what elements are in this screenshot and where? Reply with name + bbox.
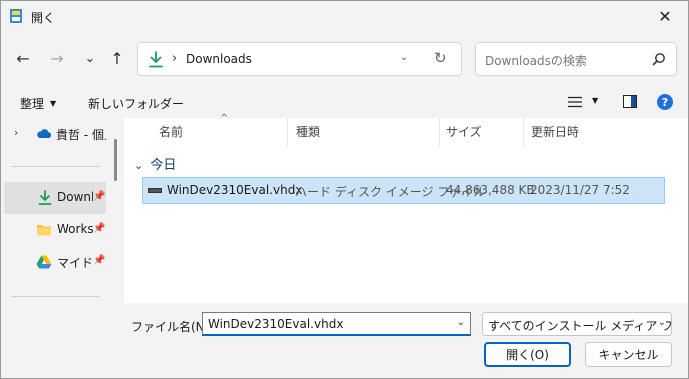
column-header-size[interactable]: サイズ <box>446 123 482 140</box>
sort-ascending-icon: ^ <box>220 113 229 124</box>
navigation-scrollbar[interactable] <box>114 139 117 181</box>
column-header-name[interactable]: 名前 <box>159 123 183 140</box>
back-button[interactable]: ← <box>11 45 35 71</box>
address-dropdown-icon[interactable]: ⌄ <box>400 52 408 63</box>
back-arrow-icon: ← <box>16 48 30 68</box>
chevron-down-icon: ⌄ <box>134 159 144 172</box>
navigation-pane: › 貴哲 - 個人用 Downloads 📌 Works 📌 <box>1 118 121 303</box>
sidebar-item-my-drive[interactable]: マイドライブ 📌 <box>4 246 106 278</box>
filename-input[interactable]: WinDev2310Eval.vhdx ⌄ <box>202 312 471 336</box>
folder-icon <box>37 225 51 236</box>
open-file-dialog: 開く ✕ ← → ⌄ ↑ › Downloads ⌄ ↻ Downloadsの検… <box>0 0 689 379</box>
breadcrumb-separator: › <box>172 51 178 66</box>
organize-button[interactable]: 整理 ▼ <box>20 95 56 112</box>
chevron-down-icon[interactable]: ⌄ <box>457 317 465 328</box>
sidebar-item-label: マイドライブ <box>57 256 93 270</box>
command-bar: 整理 ▼ 新しいフォルダー <box>1 87 688 117</box>
group-header-today[interactable]: ⌄ 今日 <box>134 154 176 173</box>
organize-label: 整理 <box>20 97 45 111</box>
close-button[interactable]: ✕ <box>642 1 688 31</box>
caret-down-icon: ▼ <box>50 99 57 108</box>
nav-divider <box>11 166 99 167</box>
pin-icon: 📌 <box>93 223 106 234</box>
filetype-select[interactable]: すべてのインストール メディア ファイル ⌄ <box>482 312 672 336</box>
filename-value: WinDev2310Eval.vhdx <box>208 317 344 331</box>
column-divider[interactable] <box>439 118 440 146</box>
pin-icon: 📌 <box>93 191 106 202</box>
column-header-type[interactable]: 種類 <box>296 123 320 140</box>
view-dropdown-icon[interactable]: ▼ <box>592 96 598 105</box>
preview-pane-icon[interactable] <box>623 95 637 108</box>
close-icon: ✕ <box>658 6 672 26</box>
disk-image-icon <box>148 188 162 193</box>
view-options-icon[interactable] <box>568 96 582 108</box>
refresh-icon[interactable]: ↻ <box>434 49 447 67</box>
sidebar-item-label: Downloads <box>57 190 93 204</box>
chevron-down-icon: ⌄ <box>657 317 666 328</box>
forward-arrow-icon: → <box>50 48 64 68</box>
window-title: 開く <box>31 11 56 25</box>
filetype-value: すべてのインストール メディア ファイル <box>488 319 671 333</box>
file-name: WinDev2310Eval.vhdx <box>167 183 303 197</box>
chevron-down-icon: ⌄ <box>84 50 96 66</box>
open-button[interactable]: 開く(O) <box>484 342 571 367</box>
search-placeholder: Downloadsの検索 <box>485 54 587 68</box>
dialog-footer: ファイル名(N): WinDev2310Eval.vhdx ⌄ すべてのインスト… <box>1 303 688 378</box>
up-arrow-icon: ↑ <box>110 48 124 68</box>
download-icon <box>38 190 52 205</box>
chevron-right-icon[interactable]: › <box>14 126 18 139</box>
address-bar[interactable]: › Downloads ⌄ ↻ <box>137 42 462 76</box>
breadcrumb-downloads[interactable]: Downloads <box>186 52 252 66</box>
sidebar-item-downloads[interactable]: Downloads 📌 <box>4 182 106 214</box>
sidebar-item-label: Works <box>57 222 93 236</box>
column-divider[interactable] <box>523 118 524 146</box>
sidebar-item-onedrive[interactable]: › 貴哲 - 個人用 <box>4 118 106 150</box>
help-icon[interactable]: ? <box>657 94 673 110</box>
onedrive-cloud-icon <box>37 129 52 138</box>
app-icon <box>10 9 22 23</box>
file-size: 44,863,488 KB <box>446 183 535 197</box>
search-icon[interactable] <box>652 52 666 66</box>
file-modified: 2023/11/27 7:52 <box>530 183 630 197</box>
recent-locations-button[interactable]: ⌄ <box>78 45 102 71</box>
google-drive-icon <box>36 255 52 269</box>
nav-divider <box>11 296 99 297</box>
forward-button[interactable]: → <box>45 45 69 71</box>
pin-icon: 📌 <box>93 255 106 266</box>
sidebar-item-label: 貴哲 - 個人用 <box>56 128 106 142</box>
new-folder-button[interactable]: 新しいフォルダー <box>88 95 184 112</box>
cancel-button[interactable]: キャンセル <box>585 342 672 367</box>
column-divider[interactable] <box>287 118 288 146</box>
search-input[interactable]: Downloadsの検索 <box>475 42 677 76</box>
download-icon <box>149 51 163 68</box>
file-row[interactable]: WinDev2310Eval.vhdx ハード ディスク イメージ ファイル 4… <box>142 177 665 204</box>
group-label: 今日 <box>150 158 177 173</box>
up-button[interactable]: ↑ <box>105 45 129 71</box>
title-bar: 開く ✕ <box>1 1 688 31</box>
column-header-modified[interactable]: 更新日時 <box>531 123 579 140</box>
file-list: ^ 名前 種類 サイズ 更新日時 ⌄ 今日 WinDev2310Eval.vhd… <box>124 113 688 303</box>
sidebar-item-works[interactable]: Works 📌 <box>4 214 106 246</box>
